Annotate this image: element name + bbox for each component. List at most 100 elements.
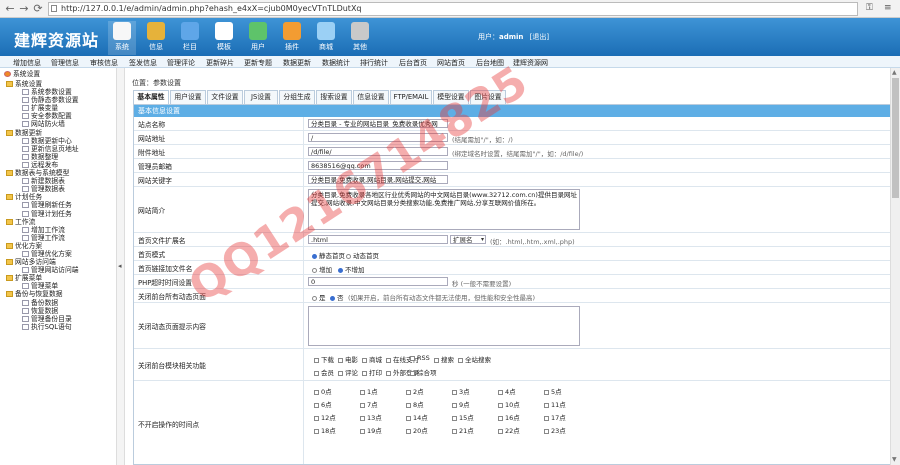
logout-link[interactable]: [退出] [530,33,549,41]
hour-checkbox[interactable]: 5点 [544,386,562,396]
quicknav-link[interactable]: 数据更新 [283,58,311,68]
hour-checkbox[interactable]: 1点 [360,386,378,396]
hour-checkbox[interactable]: 15点 [452,412,474,422]
email-input[interactable]: 8638516@qq.com [308,161,448,170]
sidebar-item[interactable]: 新建数据表 [0,177,117,185]
hour-checkbox[interactable]: 20点 [406,425,428,435]
quicknav-link[interactable]: 建辉资源网 [513,58,548,68]
module-checkbox[interactable]: 全站搜索 [458,354,491,364]
quicknav-link[interactable]: 后台地图 [476,58,504,68]
menu-template[interactable]: 模板 [210,21,238,55]
ext-input[interactable]: .html [308,235,448,244]
hour-checkbox[interactable]: 21点 [452,425,474,435]
sidebar-item[interactable]: 管理刷新任务 [0,201,117,209]
menu-edit[interactable]: 信息 [142,21,170,55]
php-timeout-input[interactable]: 0 [308,277,448,286]
quicknav-link[interactable]: 管理评论 [167,58,195,68]
sidebar-item[interactable]: 系统参数设置 [0,88,117,96]
menu-cart[interactable]: 商城 [312,21,340,55]
menu-globe[interactable]: 系统 [108,21,136,55]
menu-user[interactable]: 用户 [244,21,272,55]
sidebar-item[interactable]: 管理计划任务 [0,210,117,218]
quicknav-link[interactable]: 审核信息 [90,58,118,68]
sidebar-item[interactable]: 伪静态参数设置 [0,96,117,104]
forward-icon[interactable]: → [18,3,30,15]
sidebar-group[interactable]: 系统设置 [0,80,117,88]
menu-icon[interactable]: ≡ [884,3,892,13]
tab-2[interactable]: 文件设置 [207,90,243,104]
hour-checkbox[interactable]: 18点 [314,425,336,435]
module-checkbox[interactable]: 搜索 [434,354,454,364]
module-checkbox[interactable]: RSS [410,354,430,362]
intro-textarea[interactable]: 分类目录,免费收录各地区行业优秀网站的中文网站目录(www.32712.com.… [308,189,580,230]
quicknav-link[interactable]: 后台首页 [399,58,427,68]
tab-9[interactable]: 图片设置 [470,90,506,104]
scroll-up-icon[interactable]: ▲ [892,69,897,76]
hour-checkbox[interactable]: 10点 [498,399,520,409]
sidebar-group[interactable]: 备份与恢复数据 [0,290,117,298]
reload-icon[interactable]: ⟳ [32,3,44,15]
url-input[interactable]: http://127.0.0.1/e/admin/admin.php?ehash… [48,2,858,16]
link-add-radio[interactable]: 增加 [312,264,332,274]
tab-0[interactable]: 基本属性 [133,90,169,104]
hour-checkbox[interactable]: 9点 [452,399,470,409]
key-icon[interactable]: ⚿ [866,3,873,13]
sidebar-item[interactable]: 更新信息页地址 [0,145,117,153]
hour-checkbox[interactable]: 22点 [498,425,520,435]
module-checkbox[interactable]: 电影 [338,354,358,364]
mode-static-radio[interactable]: 静态首页 [312,250,345,260]
sidebar-group[interactable]: 工作流 [0,218,117,226]
sidebar-root[interactable]: 系统设置 [4,70,40,78]
hour-checkbox[interactable]: 19点 [360,425,382,435]
sidebar-toggle[interactable]: ◂ [117,68,125,465]
sidebar-item[interactable]: 增加工作流 [0,226,117,234]
sidebar-item[interactable]: 网站防火墙 [0,120,117,128]
tab-1[interactable]: 用户设置 [170,90,206,104]
quicknav-link[interactable]: 增加信息 [13,58,41,68]
tab-7[interactable]: FTP/EMAIL [390,90,432,104]
tab-4[interactable]: 分组生成 [279,90,315,104]
quicknav-link[interactable]: 管理信息 [51,58,79,68]
hour-checkbox[interactable]: 3点 [452,386,470,396]
hour-checkbox[interactable]: 16点 [498,412,520,422]
sidebar-item[interactable]: 数据更新中心 [0,137,117,145]
sidebar-item[interactable]: 执行SQL语句 [0,323,117,331]
link-noadd-radio[interactable]: 不增加 [338,264,365,274]
sidebar-item[interactable]: 管理备份目录 [0,315,117,323]
quicknav-link[interactable]: 数据统计 [322,58,350,68]
sidebar-item[interactable]: 数据整理 [0,153,117,161]
vertical-scrollbar[interactable]: ▲ ▼ [890,68,900,465]
sidebar-group[interactable]: 数据更新 [0,129,117,137]
sidebar-item[interactable]: 恢复数据 [0,307,117,315]
back-icon[interactable]: ← [4,3,16,15]
menu-plugin[interactable]: 插件 [278,21,306,55]
module-checkbox[interactable]: 商城 [362,354,382,364]
sidebar-item[interactable]: 管理工作流 [0,234,117,242]
close-no-radio[interactable]: 否 [330,292,344,302]
sidebar-item[interactable]: 远程发布 [0,161,117,169]
hour-checkbox[interactable]: 13点 [360,412,382,422]
tab-6[interactable]: 信息设置 [353,90,389,104]
hour-checkbox[interactable]: 17点 [544,412,566,422]
mode-dynamic-radio[interactable]: 动态首页 [346,250,379,260]
menu-gear[interactable]: 其他 [346,21,374,55]
module-checkbox[interactable]: 综合项 [410,367,437,377]
scroll-thumb[interactable] [892,78,899,198]
sidebar-group[interactable]: 优化方案 [0,242,117,250]
hour-checkbox[interactable]: 8点 [406,399,424,409]
module-checkbox[interactable]: 下载 [314,354,334,364]
sitename-input[interactable]: 分类目录 - 专业的网站目录_免费收录优秀网 [308,119,448,128]
fileurl-input[interactable]: /d/file/ [308,147,448,156]
closetext-textarea[interactable] [308,306,580,346]
module-checkbox[interactable]: 评论 [338,367,358,377]
quicknav-link[interactable]: 签发信息 [129,58,157,68]
keywords-input[interactable]: 分类目录,免费收录,网站目录,网站提交,网站 [308,175,448,184]
quicknav-link[interactable]: 网站首页 [437,58,465,68]
close-yes-radio[interactable]: 是 [312,292,326,302]
tab-5[interactable]: 搜索设置 [316,90,352,104]
scroll-down-icon[interactable]: ▼ [892,456,897,463]
tab-3[interactable]: JS设置 [244,90,278,104]
hour-checkbox[interactable]: 23点 [544,425,566,435]
hour-checkbox[interactable]: 2点 [406,386,424,396]
siteurl-input[interactable]: / [308,133,448,142]
